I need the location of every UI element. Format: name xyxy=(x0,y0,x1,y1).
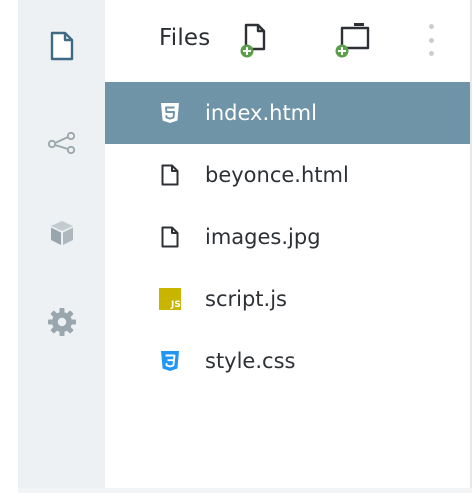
file-name: images.jpg xyxy=(205,225,321,249)
new-folder-button[interactable] xyxy=(333,18,373,64)
js-badge-label: JS xyxy=(170,300,181,310)
file-row-index-html[interactable]: index.html xyxy=(105,82,470,144)
file-icon xyxy=(50,31,73,61)
js-icon: JS xyxy=(159,287,181,311)
file-row-style-css[interactable]: style.css xyxy=(105,330,470,392)
settings-rail-button[interactable] xyxy=(18,292,105,352)
files-panel: Files index.html beyonce.html images.jpg… xyxy=(105,0,472,493)
package-icon xyxy=(50,221,73,245)
file-row-beyonce-html[interactable]: beyonce.html xyxy=(105,144,470,206)
css3-icon xyxy=(159,349,181,373)
new-folder-icon xyxy=(335,23,370,58)
new-file-icon xyxy=(240,23,266,58)
file-name: index.html xyxy=(205,101,317,125)
kebab-dot xyxy=(428,51,434,56)
files-rail-button[interactable] xyxy=(18,16,105,76)
file-row-images-jpg[interactable]: images.jpg xyxy=(105,206,470,268)
panel-title: Files xyxy=(159,25,211,51)
share-icon xyxy=(47,131,75,155)
files-header: Files xyxy=(105,0,472,82)
activity-rail xyxy=(18,0,105,493)
packages-rail-button[interactable] xyxy=(18,203,105,263)
share-rail-button[interactable] xyxy=(18,113,105,173)
html5-icon xyxy=(159,101,181,125)
file-icon xyxy=(159,225,181,249)
file-icon xyxy=(159,163,181,187)
file-list: index.html beyonce.html images.jpg JS sc… xyxy=(105,82,470,392)
bottom-edge xyxy=(18,488,472,493)
new-file-button[interactable] xyxy=(235,18,275,64)
kebab-menu-button[interactable] xyxy=(428,24,434,56)
kebab-dot xyxy=(428,37,434,43)
kebab-menu-icon xyxy=(428,24,434,29)
file-name: beyonce.html xyxy=(205,163,349,187)
file-name: script.js xyxy=(205,287,287,311)
file-name: style.css xyxy=(205,349,296,373)
gear-icon xyxy=(47,308,76,336)
file-row-script-js[interactable]: JS script.js xyxy=(105,268,470,330)
